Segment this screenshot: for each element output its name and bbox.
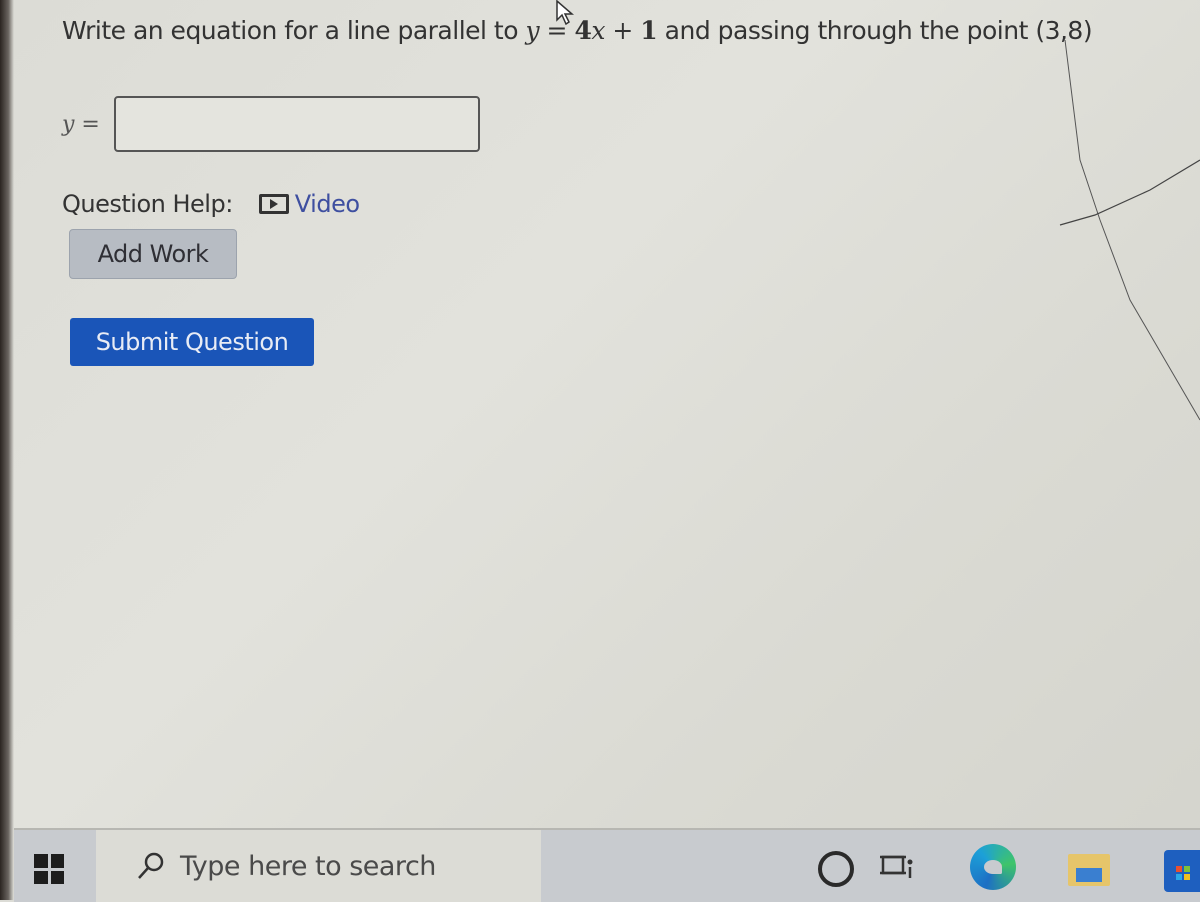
screen-crack xyxy=(1059,40,1200,421)
question-prefix: Write an equation for a line parallel to xyxy=(62,16,526,45)
question-text: Write an equation for a line parallel to… xyxy=(62,16,1093,45)
answer-input[interactable] xyxy=(114,96,480,152)
answer-row: y = xyxy=(62,96,480,152)
cortana-icon[interactable] xyxy=(818,851,854,887)
taskbar: Type here to search xyxy=(14,828,1200,902)
answer-label: y = xyxy=(62,111,100,137)
equation-x: x xyxy=(591,16,605,45)
equation-plus: + xyxy=(604,16,641,45)
video-link-label: Video xyxy=(294,190,360,218)
microsoft-store-icon[interactable] xyxy=(1164,850,1200,892)
equation-y: y xyxy=(525,16,540,45)
add-work-button[interactable]: Add Work xyxy=(69,229,237,279)
question-suffix: and passing through the point (3,8) xyxy=(657,16,1093,45)
question-help-label: Question Help: xyxy=(62,190,233,218)
video-play-icon xyxy=(258,194,289,214)
taskbar-search[interactable]: Type here to search xyxy=(96,830,541,902)
submit-question-button[interactable]: Submit Question xyxy=(70,318,314,366)
edge-browser-icon[interactable] xyxy=(970,844,1016,890)
equation: y = 4x + 1 xyxy=(525,16,657,45)
task-view-icon[interactable] xyxy=(880,848,914,884)
windows-start-icon[interactable] xyxy=(34,854,64,884)
search-placeholder: Type here to search xyxy=(180,850,436,882)
search-icon xyxy=(138,852,164,879)
file-explorer-icon[interactable] xyxy=(1068,854,1110,886)
screen-bezel xyxy=(0,0,14,900)
question-help: Question Help: Video xyxy=(62,190,360,218)
video-link[interactable]: Video xyxy=(258,190,360,218)
mouse-cursor-icon xyxy=(556,0,575,26)
equation-const: 1 xyxy=(640,16,658,45)
equation-coef: 4 xyxy=(574,16,592,45)
